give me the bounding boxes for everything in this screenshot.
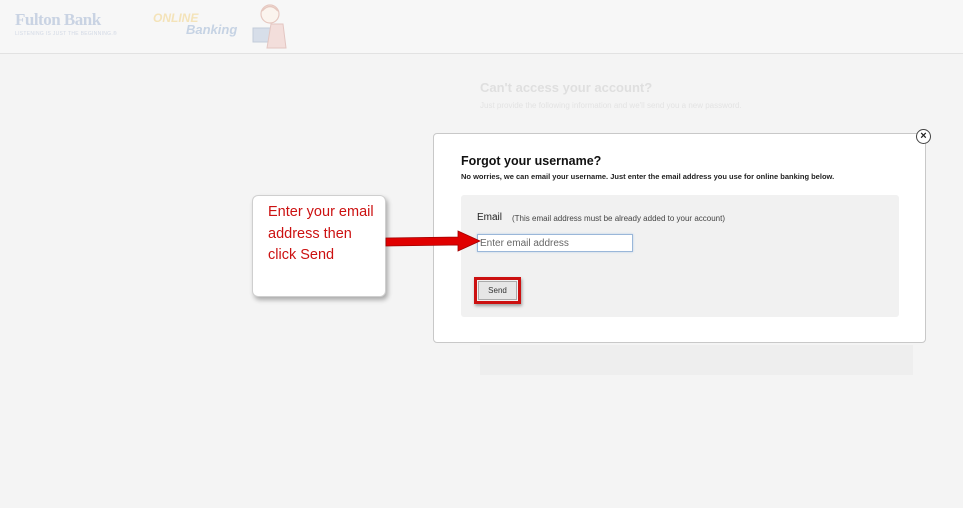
modal-title: Forgot your username? (461, 154, 602, 168)
background-title: Can't access your account? (480, 80, 653, 95)
bank-tagline: LISTENING IS JUST THE BEGINNING.® (15, 31, 118, 37)
online-banking-logo: ONLINE Banking (153, 12, 237, 36)
banking-word: Banking (186, 22, 238, 37)
fulton-bank-logo[interactable]: Fulton Bank LISTENING IS JUST THE BEGINN… (15, 10, 117, 37)
email-input[interactable] (477, 234, 633, 252)
background-subtitle: Just provide the following information a… (480, 101, 742, 110)
email-label: Email (477, 212, 503, 223)
close-circle-icon[interactable]: × (916, 129, 931, 144)
modal-subtitle: No worries, we can email your username. … (461, 172, 835, 181)
person-at-laptop-icon (252, 4, 287, 49)
send-button[interactable]: Send (478, 281, 517, 300)
email-hint: (This email address must be already adde… (512, 214, 725, 223)
red-arrow-right-icon (385, 230, 481, 252)
site-header (0, 0, 963, 54)
callout-text: Enter your email address then click Send (268, 204, 374, 263)
background-panel (480, 345, 913, 375)
bank-name: Fulton Bank (15, 10, 101, 29)
